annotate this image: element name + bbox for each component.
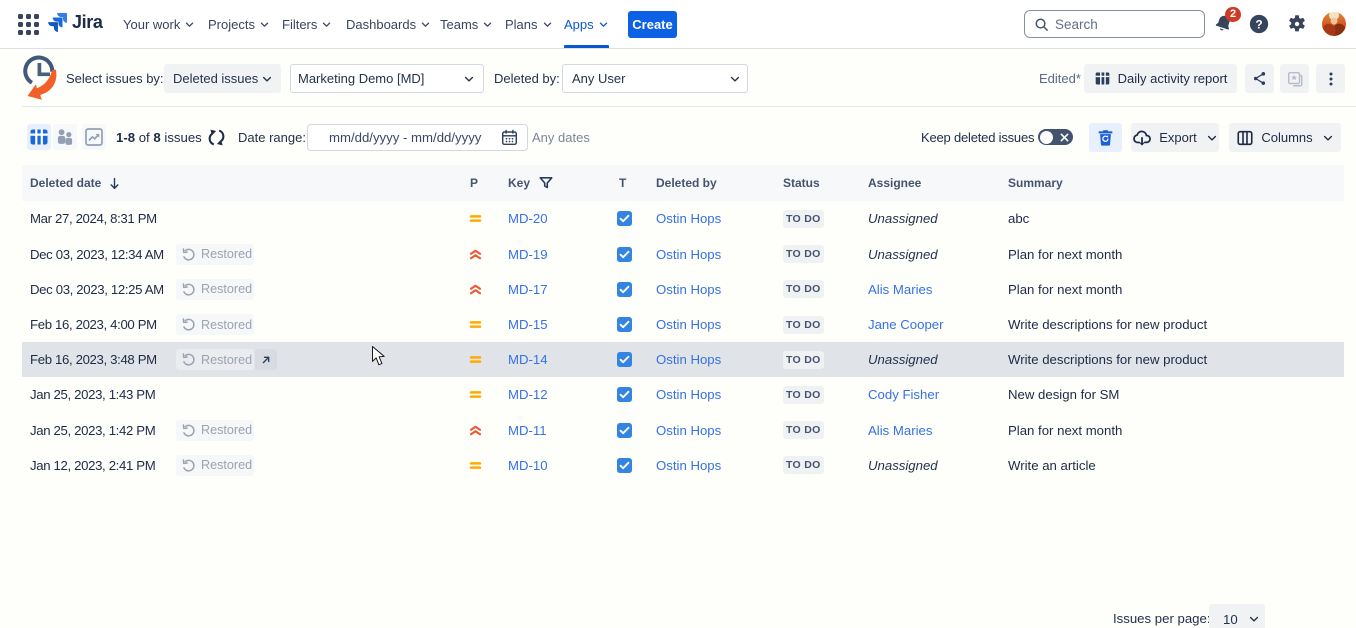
svg-text:?: ? [1255,17,1262,31]
